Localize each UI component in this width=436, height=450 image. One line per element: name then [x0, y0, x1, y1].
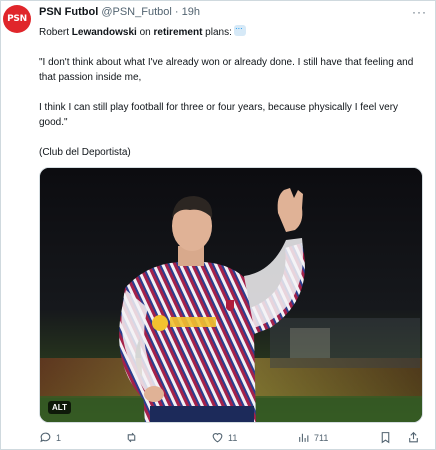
- view-count: 711: [314, 432, 329, 443]
- quote-paragraph-2: I think I can still play football for th…: [39, 102, 399, 128]
- separator: ·: [174, 6, 179, 18]
- post-time[interactable]: 19h: [182, 6, 200, 18]
- share-icon: [409, 431, 418, 443]
- reply-icon: [40, 432, 51, 443]
- author-handle[interactable]: @PSN_Futbol: [101, 6, 171, 18]
- post-header: PSN Futbol @PSN_Futbol · 19h: [39, 4, 200, 20]
- action-bar: 1 11 711: [39, 431, 423, 447]
- share-button[interactable]: [407, 431, 420, 444]
- player-photo-illustration: [40, 168, 422, 422]
- bookmark-button[interactable]: [379, 431, 392, 444]
- repost-icon: [127, 432, 136, 443]
- more-icon[interactable]: ···: [412, 5, 427, 19]
- intro-suffix: plans:: [202, 27, 232, 38]
- views-button[interactable]: 711: [297, 431, 328, 444]
- like-count: 11: [228, 432, 238, 443]
- post-text: Robert Lewandowski on retirement plans: …: [39, 21, 429, 160]
- reply-button[interactable]: 1: [39, 431, 61, 444]
- repost-button[interactable]: [125, 431, 142, 444]
- post-photo[interactable]: ALT: [39, 167, 423, 423]
- intro-line: Robert Lewandowski on retirement plans:: [39, 21, 429, 40]
- author-name[interactable]: PSN Futbol: [39, 6, 98, 18]
- avatar-logo-text: PSN: [7, 14, 27, 24]
- avatar[interactable]: PSN: [3, 5, 31, 33]
- alt-badge[interactable]: ALT: [48, 401, 71, 414]
- intro-prefix: Robert: [39, 27, 72, 38]
- quote-paragraph-1: "I don't think about what I've already w…: [39, 57, 414, 83]
- like-button[interactable]: 11: [211, 431, 237, 444]
- intro-middle: on: [136, 27, 154, 38]
- bar-chart-icon: [299, 433, 309, 442]
- reply-count: 1: [56, 432, 62, 443]
- intro-topic: retirement: [153, 27, 203, 38]
- post-card[interactable]: PSN PSN Futbol @PSN_Futbol · 19h ··· Rob…: [0, 0, 436, 450]
- speech-bubble-icon: [233, 21, 246, 36]
- heart-icon: [212, 433, 223, 443]
- source-line: (Club del Deportista): [39, 147, 131, 158]
- intro-name: Lewandowski: [71, 27, 137, 38]
- bookmark-icon: [381, 432, 390, 444]
